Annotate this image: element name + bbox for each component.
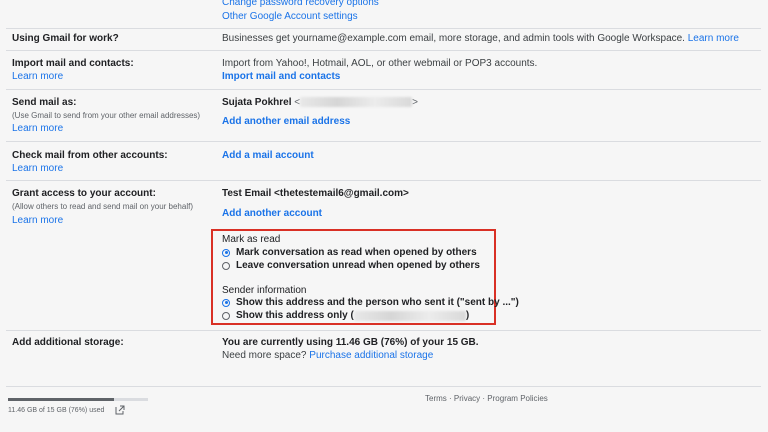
delegate-account: Test Email <thetestemail6@gmail.com> — [222, 188, 409, 199]
radio-unselected-icon[interactable] — [222, 311, 230, 320]
radio-selected-icon[interactable] — [222, 248, 230, 257]
storage-more-row: Need more space? Purchase additional sto… — [222, 350, 433, 361]
divider — [6, 89, 761, 90]
mark-read-label: Mark conversation as read when opened by… — [236, 247, 477, 258]
work-learn-more-link[interactable]: Learn more — [688, 33, 739, 44]
send-as-label: Send mail as: — [12, 97, 77, 108]
import-label: Import mail and contacts: — [12, 58, 134, 69]
divider — [6, 50, 761, 51]
purchase-storage-link[interactable]: Purchase additional storage — [309, 350, 433, 361]
storage-bar — [8, 398, 148, 401]
program-policies-link[interactable]: Program Policies — [487, 394, 547, 403]
divider — [6, 386, 761, 387]
work-text-row: Businesses get yourname@example.com emai… — [222, 33, 739, 44]
other-account-settings-link[interactable]: Other Google Account settings — [222, 10, 379, 24]
grant-access-label: Grant access to your account: — [12, 188, 156, 199]
show-sender-option[interactable]: Show this address and the person who sen… — [222, 297, 519, 308]
recovery-options-link[interactable]: Change password recovery options — [222, 0, 379, 10]
redacted-email — [300, 97, 413, 108]
send-as-identity: Sujata Pokhrel < > — [222, 97, 418, 108]
add-another-account-link[interactable]: Add another account — [222, 208, 322, 219]
storage-label: Add additional storage: — [12, 337, 124, 348]
settings-page: Change password recovery options Other G… — [0, 0, 768, 432]
close-bracket: > — [412, 97, 418, 108]
add-mail-account-link[interactable]: Add a mail account — [222, 150, 314, 161]
mark-as-read-title: Mark as read — [222, 234, 281, 245]
work-text: Businesses get yourname@example.com emai… — [222, 33, 685, 44]
send-as-description: (Use Gmail to send from your other email… — [12, 111, 201, 120]
grant-access-description: (Allow others to read and send mail on y… — [12, 202, 193, 211]
check-mail-learn-more-link[interactable]: Learn more — [12, 163, 63, 174]
footer-separator: · — [449, 394, 452, 403]
show-address-only-label: Show this address only ( — [236, 310, 354, 321]
import-text: Import from Yahoo!, Hotmail, AOL, or oth… — [222, 58, 538, 69]
redacted-email — [353, 310, 466, 321]
show-sender-label: Show this address and the person who sen… — [236, 297, 519, 308]
terms-link[interactable]: Terms — [425, 394, 447, 403]
divider — [6, 180, 761, 181]
footer-separator: · — [482, 394, 486, 403]
radio-unselected-icon[interactable] — [222, 261, 230, 270]
add-email-address-link[interactable]: Add another email address — [222, 116, 350, 127]
radio-selected-icon[interactable] — [222, 298, 230, 307]
privacy-link[interactable]: Privacy — [454, 394, 480, 403]
divider — [6, 330, 761, 331]
divider — [6, 141, 761, 142]
leave-unread-option[interactable]: Leave conversation unread when opened by… — [222, 260, 480, 271]
divider — [6, 28, 761, 29]
storage-indicator-text: 11.46 GB of 15 GB (76%) used — [8, 407, 105, 414]
grant-learn-more-link[interactable]: Learn more — [12, 215, 63, 226]
top-links: Change password recovery options Other G… — [222, 0, 379, 24]
leave-unread-label: Leave conversation unread when opened by… — [236, 260, 480, 271]
send-as-name: Sujata Pokhrel — [222, 97, 292, 108]
storage-usage: You are currently using 11.46 GB (76%) o… — [222, 337, 479, 348]
work-label: Using Gmail for work? — [12, 33, 119, 44]
check-mail-label: Check mail from other accounts: — [12, 150, 168, 161]
mark-read-option[interactable]: Mark conversation as read when opened by… — [222, 247, 477, 258]
show-address-only-option[interactable]: Show this address only () — [222, 310, 469, 321]
storage-fill — [8, 398, 115, 401]
import-learn-more-link[interactable]: Learn more — [12, 71, 63, 82]
import-mail-link[interactable]: Import mail and contacts — [222, 71, 340, 82]
footer-links: Terms · Privacy · Program Policies — [425, 394, 548, 403]
need-more-space: Need more space? — [222, 350, 307, 361]
show-address-only-close: ) — [465, 310, 470, 321]
sender-information-title: Sender information — [222, 285, 307, 296]
send-as-learn-more-link[interactable]: Learn more — [12, 123, 63, 134]
open-external-icon[interactable] — [115, 405, 125, 415]
